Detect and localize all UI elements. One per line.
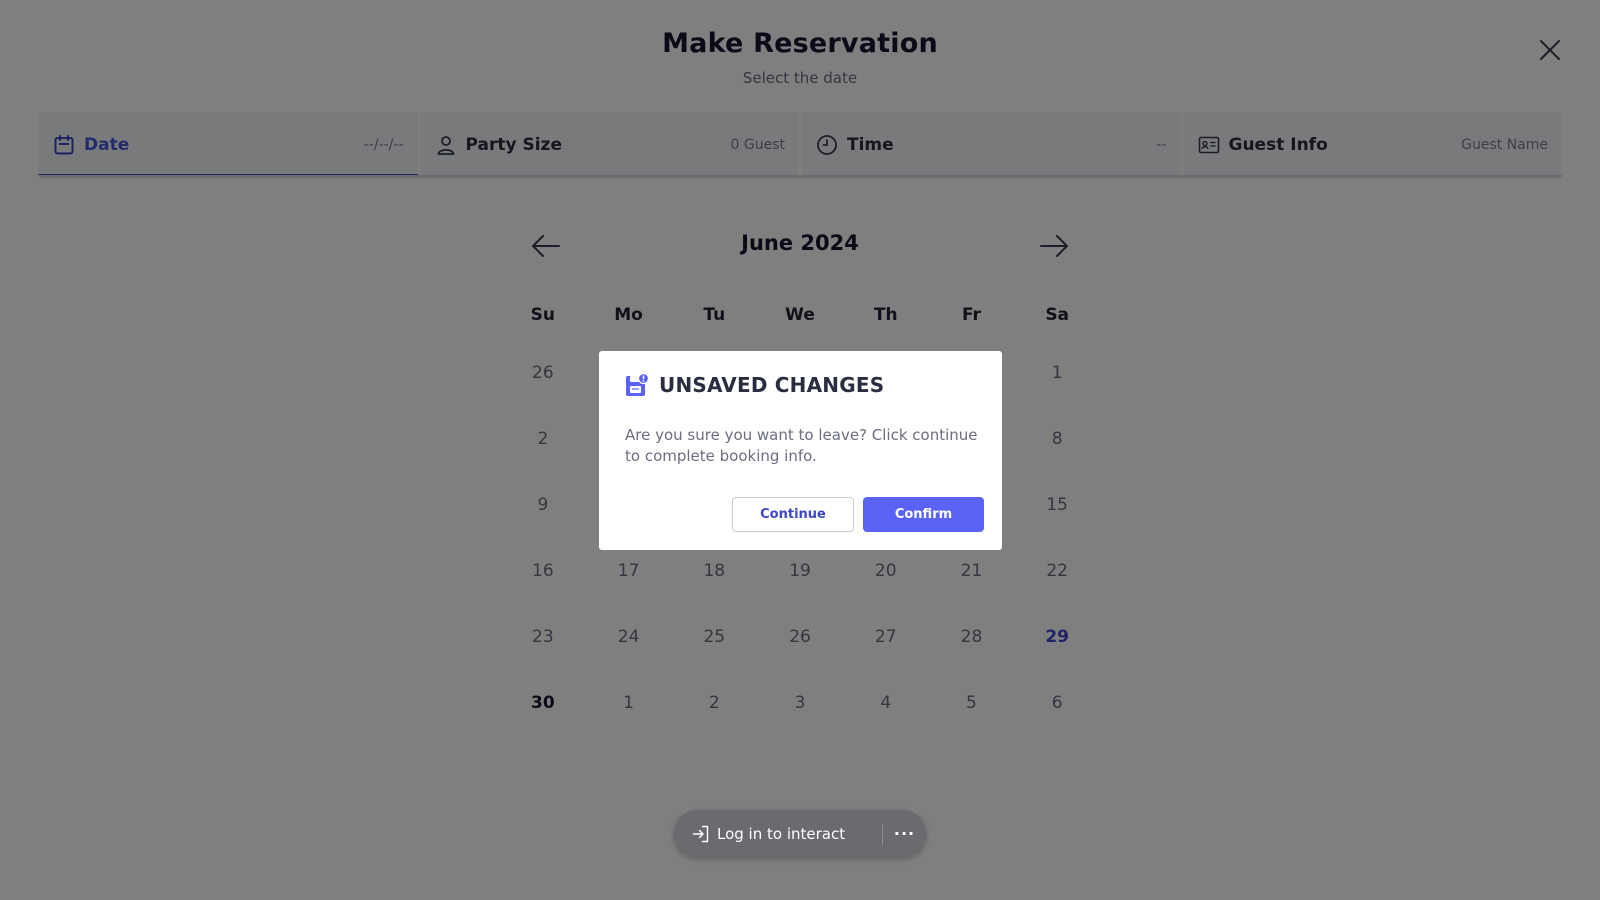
login-button[interactable]: Log in to interact — [674, 810, 882, 857]
sign-in-icon — [691, 824, 711, 844]
dialog-message: Are you sure you want to leave? Click co… — [625, 426, 978, 465]
more-dots-icon[interactable]: ··· — [883, 810, 926, 857]
confirm-button[interactable]: Confirm — [863, 497, 984, 532]
dialog-title: UNSAVED CHANGES — [659, 373, 885, 397]
unsaved-changes-dialog: UNSAVED CHANGES Are you sure you want to… — [599, 351, 1002, 550]
login-label: Log in to interact — [717, 824, 846, 843]
login-toolbar: Log in to interact ··· — [674, 810, 926, 857]
save-alert-icon — [625, 372, 650, 397]
dialog-header: UNSAVED CHANGES — [625, 372, 984, 397]
continue-button[interactable]: Continue — [732, 497, 854, 532]
dialog-actions: Continue Confirm — [732, 497, 984, 532]
